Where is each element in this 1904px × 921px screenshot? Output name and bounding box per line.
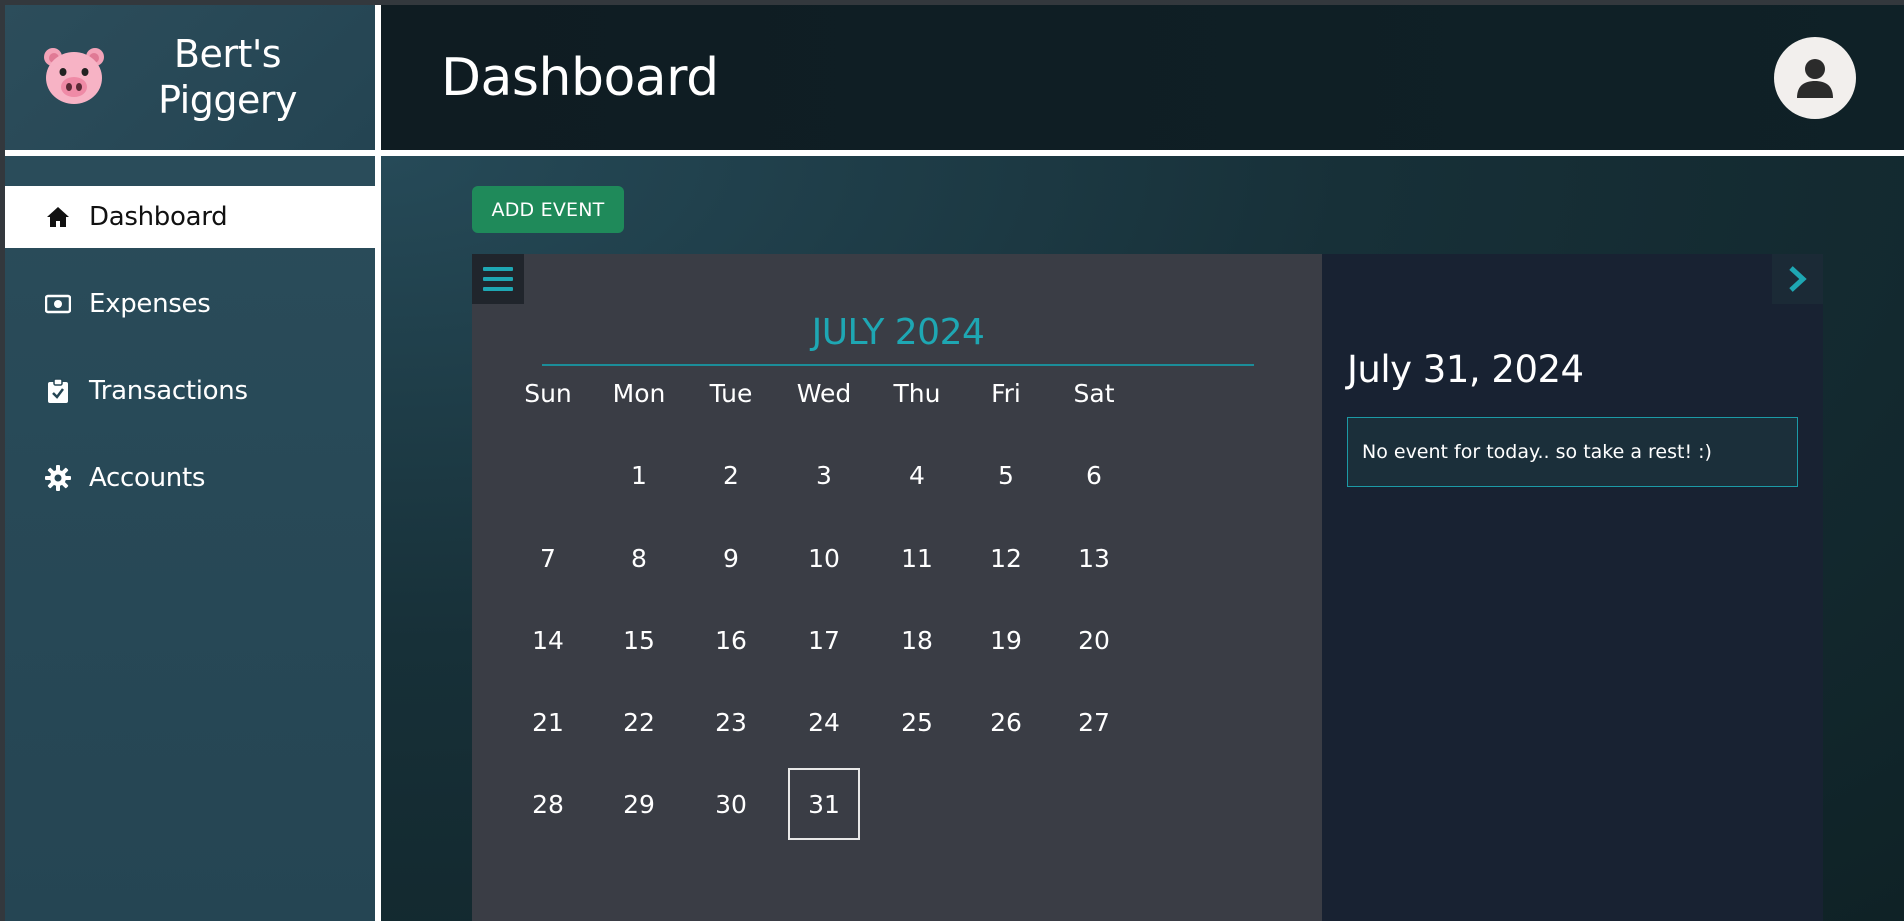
calendar-day[interactable]: 7 (512, 522, 584, 594)
user-avatar-button[interactable] (1774, 37, 1856, 119)
calendar-day[interactable]: 28 (512, 768, 584, 840)
clipboard-check-icon (44, 377, 72, 405)
calendar-day[interactable]: 22 (603, 686, 675, 758)
calendar-day[interactable]: 16 (695, 604, 767, 676)
sidebar-item-dashboard[interactable]: Dashboard (5, 186, 375, 248)
sidebar-item-accounts[interactable]: Accounts (5, 447, 375, 509)
sidebar-item-label: Dashboard (89, 202, 228, 232)
hamburger-icon (483, 267, 513, 291)
calendar-menu-button[interactable] (472, 254, 524, 304)
calendar-day[interactable]: 23 (695, 686, 767, 758)
brand-panel: Bert's Piggery (5, 5, 375, 150)
sidebar: Dashboard Expenses Transactions Accounts (5, 156, 375, 921)
calendar-day[interactable]: 21 (512, 686, 584, 758)
selected-date: July 31, 2024 (1347, 348, 1584, 391)
calendar-day-today[interactable]: 31 (788, 768, 860, 840)
pig-face-icon (44, 48, 104, 104)
calendar-day[interactable]: 4 (881, 439, 953, 511)
calendar-day[interactable]: 5 (970, 439, 1042, 511)
home-icon (44, 203, 72, 231)
main-content: ADD EVENT JULY 2024 Sun Mon Tue Wed Thu Fri Sa… (381, 156, 1904, 921)
calendar-day[interactable]: 12 (970, 522, 1042, 594)
calendar-day[interactable]: 27 (1058, 686, 1130, 758)
calendar-day[interactable]: 3 (788, 439, 860, 511)
money-bill-icon (44, 290, 72, 318)
sidebar-item-transactions[interactable]: Transactions (5, 360, 375, 422)
calendar-day[interactable]: 19 (970, 604, 1042, 676)
user-icon (1797, 59, 1833, 98)
brand-name: Bert's Piggery (158, 32, 297, 122)
calendar-day[interactable]: 24 (788, 686, 860, 758)
gear-icon (44, 464, 72, 492)
calendar-day[interactable]: 9 (695, 522, 767, 594)
page-title: Dashboard (441, 48, 719, 108)
calendar-day[interactable]: 13 (1058, 522, 1130, 594)
calendar-day[interactable]: 20 (1058, 604, 1130, 676)
calendar-day[interactable]: 14 (512, 604, 584, 676)
calendar-day[interactable]: 29 (603, 768, 675, 840)
calendar-day[interactable]: 2 (695, 439, 767, 511)
weekday-label: Sat (1073, 379, 1115, 408)
events-panel-toggle-button[interactable] (1772, 254, 1823, 304)
sidebar-item-label: Accounts (89, 463, 206, 493)
month-divider (542, 364, 1254, 366)
event-message: No event for today.. so take a rest! :) (1347, 417, 1798, 487)
calendar: JULY 2024 Sun Mon Tue Wed Thu Fri Sat 12345678… (472, 254, 1322, 921)
calendar-day[interactable]: 1 (603, 439, 675, 511)
calendar-day[interactable]: 15 (603, 604, 675, 676)
chevron-right-icon (1788, 266, 1807, 292)
calendar-day[interactable]: 8 (603, 522, 675, 594)
calendar-day[interactable]: 10 (788, 522, 860, 594)
sidebar-item-expenses[interactable]: Expenses (5, 273, 375, 335)
top-header: Dashboard (381, 5, 1904, 150)
calendar-day[interactable]: 25 (881, 686, 953, 758)
calendar-month-title: JULY 2024 (811, 312, 985, 353)
calendar-day[interactable]: 6 (1058, 439, 1130, 511)
add-event-button[interactable]: ADD EVENT (472, 186, 624, 233)
calendar-day[interactable]: 11 (881, 522, 953, 594)
calendar-day[interactable]: 26 (970, 686, 1042, 758)
calendar-day[interactable]: 18 (881, 604, 953, 676)
calendar-day[interactable]: 17 (788, 604, 860, 676)
events-panel: July 31, 2024 No event for today.. so ta… (1322, 254, 1823, 921)
sidebar-item-label: Expenses (89, 289, 211, 319)
sidebar-item-label: Transactions (89, 376, 248, 406)
calendar-day[interactable]: 30 (695, 768, 767, 840)
